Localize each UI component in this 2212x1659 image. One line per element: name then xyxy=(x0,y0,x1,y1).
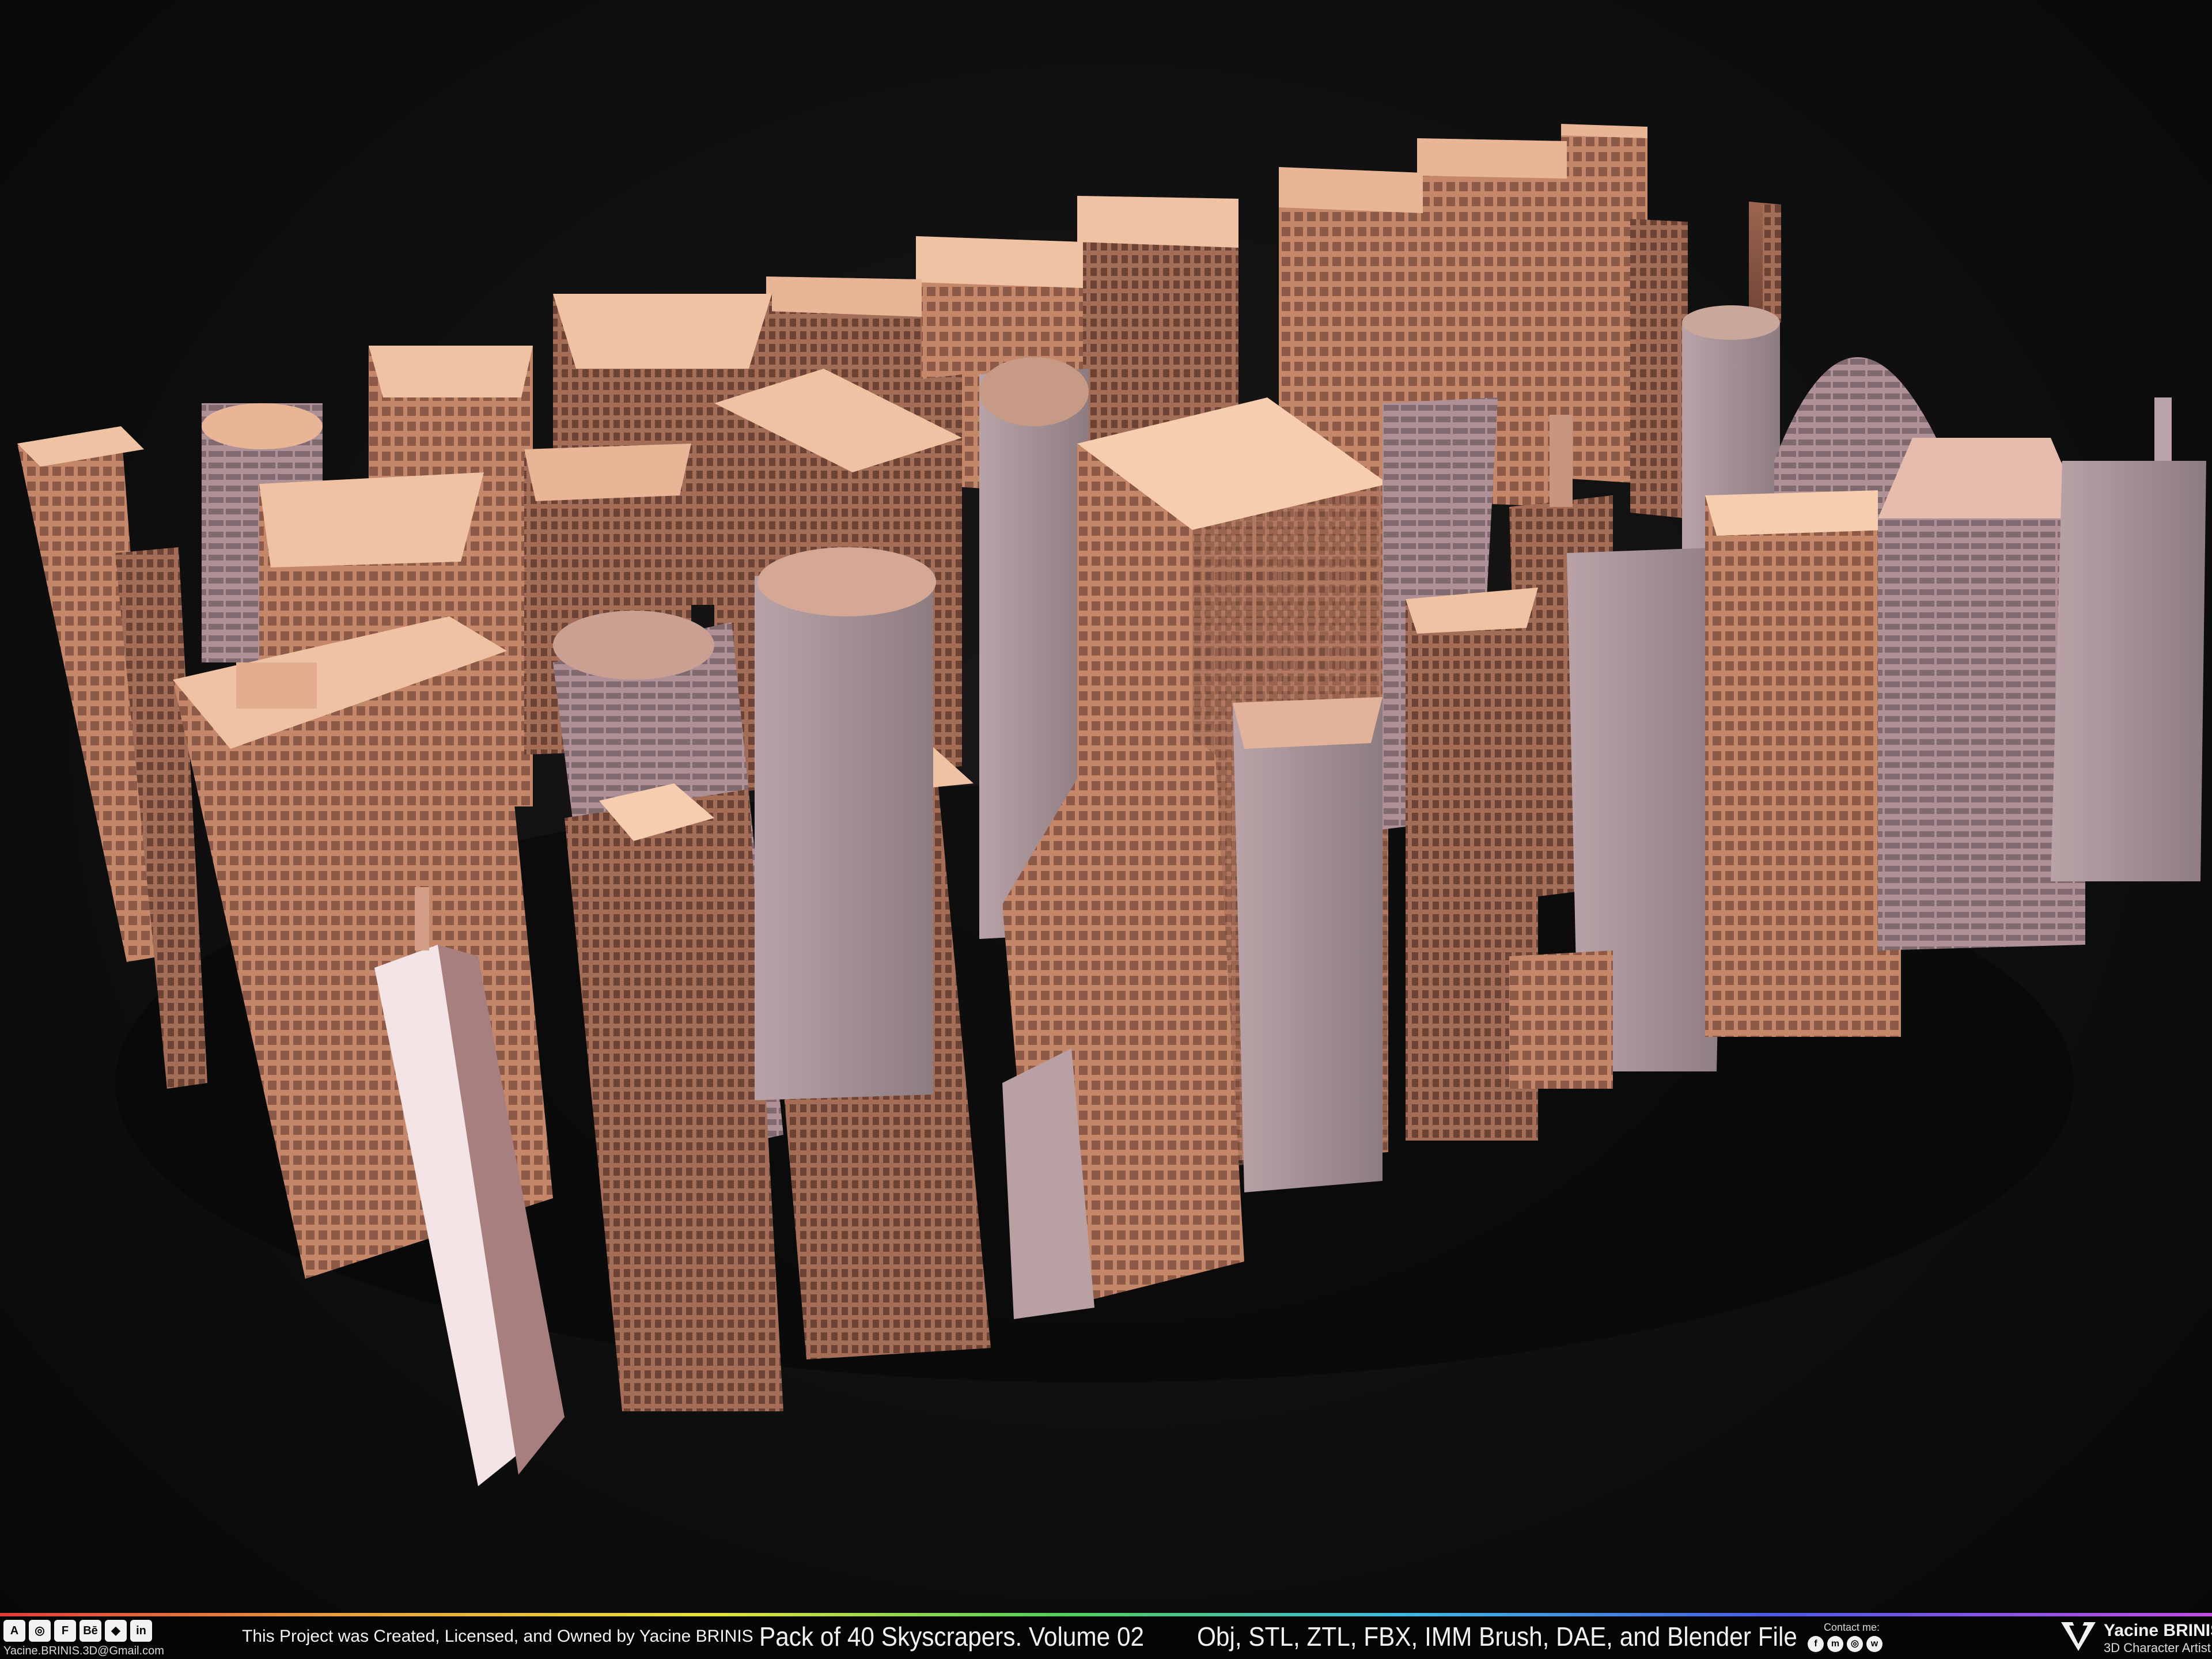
facebook-icon[interactable]: f xyxy=(1808,1636,1824,1652)
render-canvas: A ◎ F Bē ◆ in Yacine.BRINIS.3D@Gmail.com… xyxy=(0,0,2212,1659)
file-formats: Obj, STL, ZTL, FBX, IMM Brush, DAE, and … xyxy=(1197,1622,1797,1652)
brand-subtitle: 3D Character Artist xyxy=(2104,1641,2211,1655)
cgtrader-icon[interactable]: ◎ xyxy=(29,1620,51,1642)
behance-icon[interactable]: Bē xyxy=(79,1620,101,1642)
linkedin-icon[interactable]: in xyxy=(130,1620,152,1642)
messenger-icon[interactable]: m xyxy=(1827,1636,1843,1652)
pack-title: Pack of 40 Skyscrapers. Volume 02 xyxy=(759,1622,1145,1652)
whatsapp-icon[interactable]: w xyxy=(1866,1636,1883,1652)
email-address[interactable]: Yacine.BRINIS.3D@Gmail.com xyxy=(3,1645,164,1657)
credit-text: This Project was Created, Licensed, and … xyxy=(242,1627,753,1646)
brand-name: Yacine BRINIS xyxy=(2104,1621,2212,1640)
fab-icon[interactable]: F xyxy=(54,1620,76,1642)
artstation-icon[interactable]: A xyxy=(3,1620,25,1642)
rainbow-divider xyxy=(0,1613,2212,1616)
skyscrapers-render xyxy=(17,124,2206,1486)
contact-label: Contact me: xyxy=(1824,1622,1880,1633)
footer-bar: A ◎ F Bē ◆ in Yacine.BRINIS.3D@Gmail.com… xyxy=(0,1613,2212,1659)
instagram-icon[interactable]: ◎ xyxy=(1847,1636,1863,1652)
sketchfab-icon[interactable]: ◆ xyxy=(105,1620,127,1642)
brand-logo-icon xyxy=(2061,1622,2096,1651)
